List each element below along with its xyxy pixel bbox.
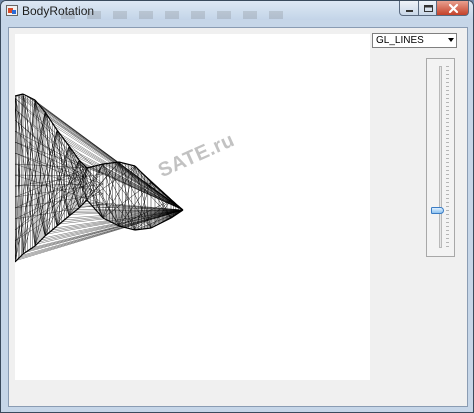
trackbar-ticks — [446, 66, 449, 248]
dropdown-selected-value: GL_LINES — [376, 35, 424, 46]
app-window: BodyRotation SATE.ru GL_LINES — [0, 0, 474, 413]
primitive-type-dropdown[interactable]: GL_LINES — [372, 33, 457, 48]
mesh-line — [86, 199, 104, 219]
faded-watermark-strip — [61, 11, 291, 19]
rotation-body-wireframe — [15, 93, 184, 263]
chevron-down-icon[interactable] — [448, 38, 454, 42]
trackbar-thumb[interactable] — [431, 206, 444, 214]
close-button[interactable] — [436, 1, 469, 16]
mesh-line — [15, 203, 104, 220]
gl-render-canvas[interactable]: SATE.ru — [15, 34, 370, 380]
minimize-button[interactable] — [399, 1, 419, 16]
minimize-icon — [406, 10, 413, 12]
mesh-line — [22, 129, 58, 255]
client-area: SATE.ru GL_LINES — [8, 27, 468, 407]
rotation-trackbar[interactable] — [426, 58, 455, 257]
maximize-button[interactable] — [418, 1, 437, 16]
trackbar-groove — [439, 66, 442, 248]
close-icon — [448, 3, 459, 14]
mesh-line — [68, 145, 80, 161]
title-bar[interactable]: BodyRotation — [1, 1, 473, 20]
app-icon — [6, 5, 18, 16]
